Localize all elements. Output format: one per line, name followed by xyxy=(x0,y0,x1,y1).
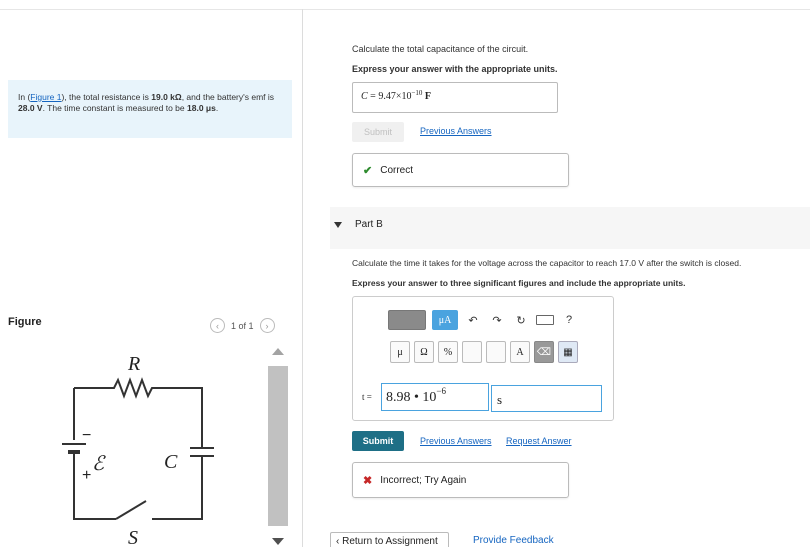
omega-key[interactable]: Ω xyxy=(414,341,434,363)
capacitor-label: C xyxy=(164,451,178,473)
part-a-feedback: ✔ Correct xyxy=(352,153,569,187)
figure-pager: ‹ 1 of 1 › xyxy=(210,318,275,333)
part-b-previous-answers-link[interactable]: Previous Answers xyxy=(420,436,492,446)
part-b-submit-button[interactable]: Submit xyxy=(352,431,404,451)
part-b-header[interactable] xyxy=(330,207,810,249)
part-b-question: Calculate the time it takes for the volt… xyxy=(352,258,742,268)
resistance-value: 19.0 kΩ xyxy=(151,92,182,102)
intro-text-3: . The time constant is measured to be xyxy=(42,103,185,113)
angstrom-key[interactable]: A xyxy=(510,341,530,363)
emf-label: ℰ xyxy=(92,453,106,475)
minus-sign: − xyxy=(82,427,91,444)
part-b-feedback: ✖ Incorrect; Try Again xyxy=(352,462,569,498)
editor-toolbar: μA ↶ ↷ ↻ ? xyxy=(388,310,578,330)
template-icon[interactable] xyxy=(388,310,426,330)
undo-icon[interactable]: ↶ xyxy=(464,314,482,327)
figure-title: Figure xyxy=(8,316,42,328)
part-a-submit-button[interactable]: Submit xyxy=(352,122,404,142)
time-constant-value: 18.0 μs xyxy=(187,103,216,113)
switch-blade xyxy=(115,500,147,520)
part-a-feedback-text: Correct xyxy=(380,164,414,176)
caret-down-icon[interactable] xyxy=(334,222,342,228)
part-a-answer: C = 9.47×10−10 F xyxy=(352,82,558,113)
figure-page-count: 1 of 1 xyxy=(231,320,254,331)
answer-mantissa: 9.47×10 xyxy=(378,91,412,102)
intro-text-1: ), the total resistance is xyxy=(61,92,149,102)
part-a-instruction: Express your answer with the appropriate… xyxy=(352,64,558,74)
next-figure-button[interactable]: › xyxy=(259,318,275,333)
part-a-question: Calculate the total capacitance of the c… xyxy=(352,44,529,54)
resistor-wire xyxy=(74,377,203,438)
return-label: Return to Assignment xyxy=(342,536,438,547)
answer-unit: F xyxy=(424,91,432,102)
switch-label: S xyxy=(128,527,138,546)
prev-figure-button[interactable]: ‹ xyxy=(210,318,225,333)
value-mantissa: 8.98 • 10 xyxy=(386,390,437,405)
part-b-label[interactable]: Part B xyxy=(355,219,383,230)
problem-intro: In (Figure 1), the total resistance is 1… xyxy=(8,80,292,138)
answer-exponent: −10 xyxy=(411,89,423,97)
blank-key-icon[interactable] xyxy=(462,341,482,363)
resistor-label: R xyxy=(127,353,140,375)
top-divider xyxy=(0,9,810,10)
chevron-left-icon: ‹ xyxy=(336,536,340,547)
plus-sign: + xyxy=(82,467,91,484)
return-to-assignment-button[interactable]: ‹ Return to Assignment xyxy=(330,532,449,547)
figure-scroll-thumb[interactable] xyxy=(268,366,288,526)
intro-text-4: . xyxy=(215,103,219,113)
symbol-palette: μ Ω % A ⌫ ▦ xyxy=(390,341,578,363)
keyboard-icon[interactable] xyxy=(536,315,554,325)
part-b-variable-label: t = xyxy=(362,392,372,402)
help-icon[interactable]: ? xyxy=(560,314,578,326)
keypad-icon[interactable]: ▦ xyxy=(558,341,578,363)
value-exponent: −6 xyxy=(436,386,446,396)
blank-key-2-icon[interactable] xyxy=(486,341,506,363)
reset-icon[interactable]: ↻ xyxy=(512,314,530,327)
part-b-unit-input[interactable]: s xyxy=(491,385,602,412)
part-b-value-input[interactable]: 8.98 • 10−6 xyxy=(381,383,489,411)
intro-text-2: , and the battery's emf is xyxy=(181,92,275,102)
request-answer-link[interactable]: Request Answer xyxy=(506,436,572,446)
provide-feedback-link[interactable]: Provide Feedback xyxy=(473,535,554,546)
part-b-instruction: Express your answer to three significant… xyxy=(352,278,686,288)
units-button[interactable]: μA xyxy=(432,310,458,330)
part-b-feedback-text: Incorrect; Try Again xyxy=(380,474,467,486)
intro-prefix: In ( xyxy=(18,92,31,102)
scroll-up-arrow-icon[interactable] xyxy=(272,348,284,355)
circuit-diagram: R ℰ C S − + xyxy=(62,353,214,546)
mu-key[interactable]: μ xyxy=(390,341,410,363)
checkmark-icon: ✔ xyxy=(363,164,373,177)
part-a-previous-answers-link[interactable]: Previous Answers xyxy=(420,126,492,136)
panel-divider xyxy=(302,9,303,547)
scroll-down-arrow-icon[interactable] xyxy=(272,538,284,545)
backspace-icon[interactable]: ⌫ xyxy=(534,341,554,363)
redo-icon[interactable]: ↷ xyxy=(488,314,506,327)
emf-value: 28.0 V xyxy=(18,103,43,113)
percent-key[interactable]: % xyxy=(438,341,458,363)
answer-variable: C xyxy=(361,91,368,102)
figure-link[interactable]: Figure 1 xyxy=(30,92,61,102)
x-icon: ✖ xyxy=(363,474,373,487)
